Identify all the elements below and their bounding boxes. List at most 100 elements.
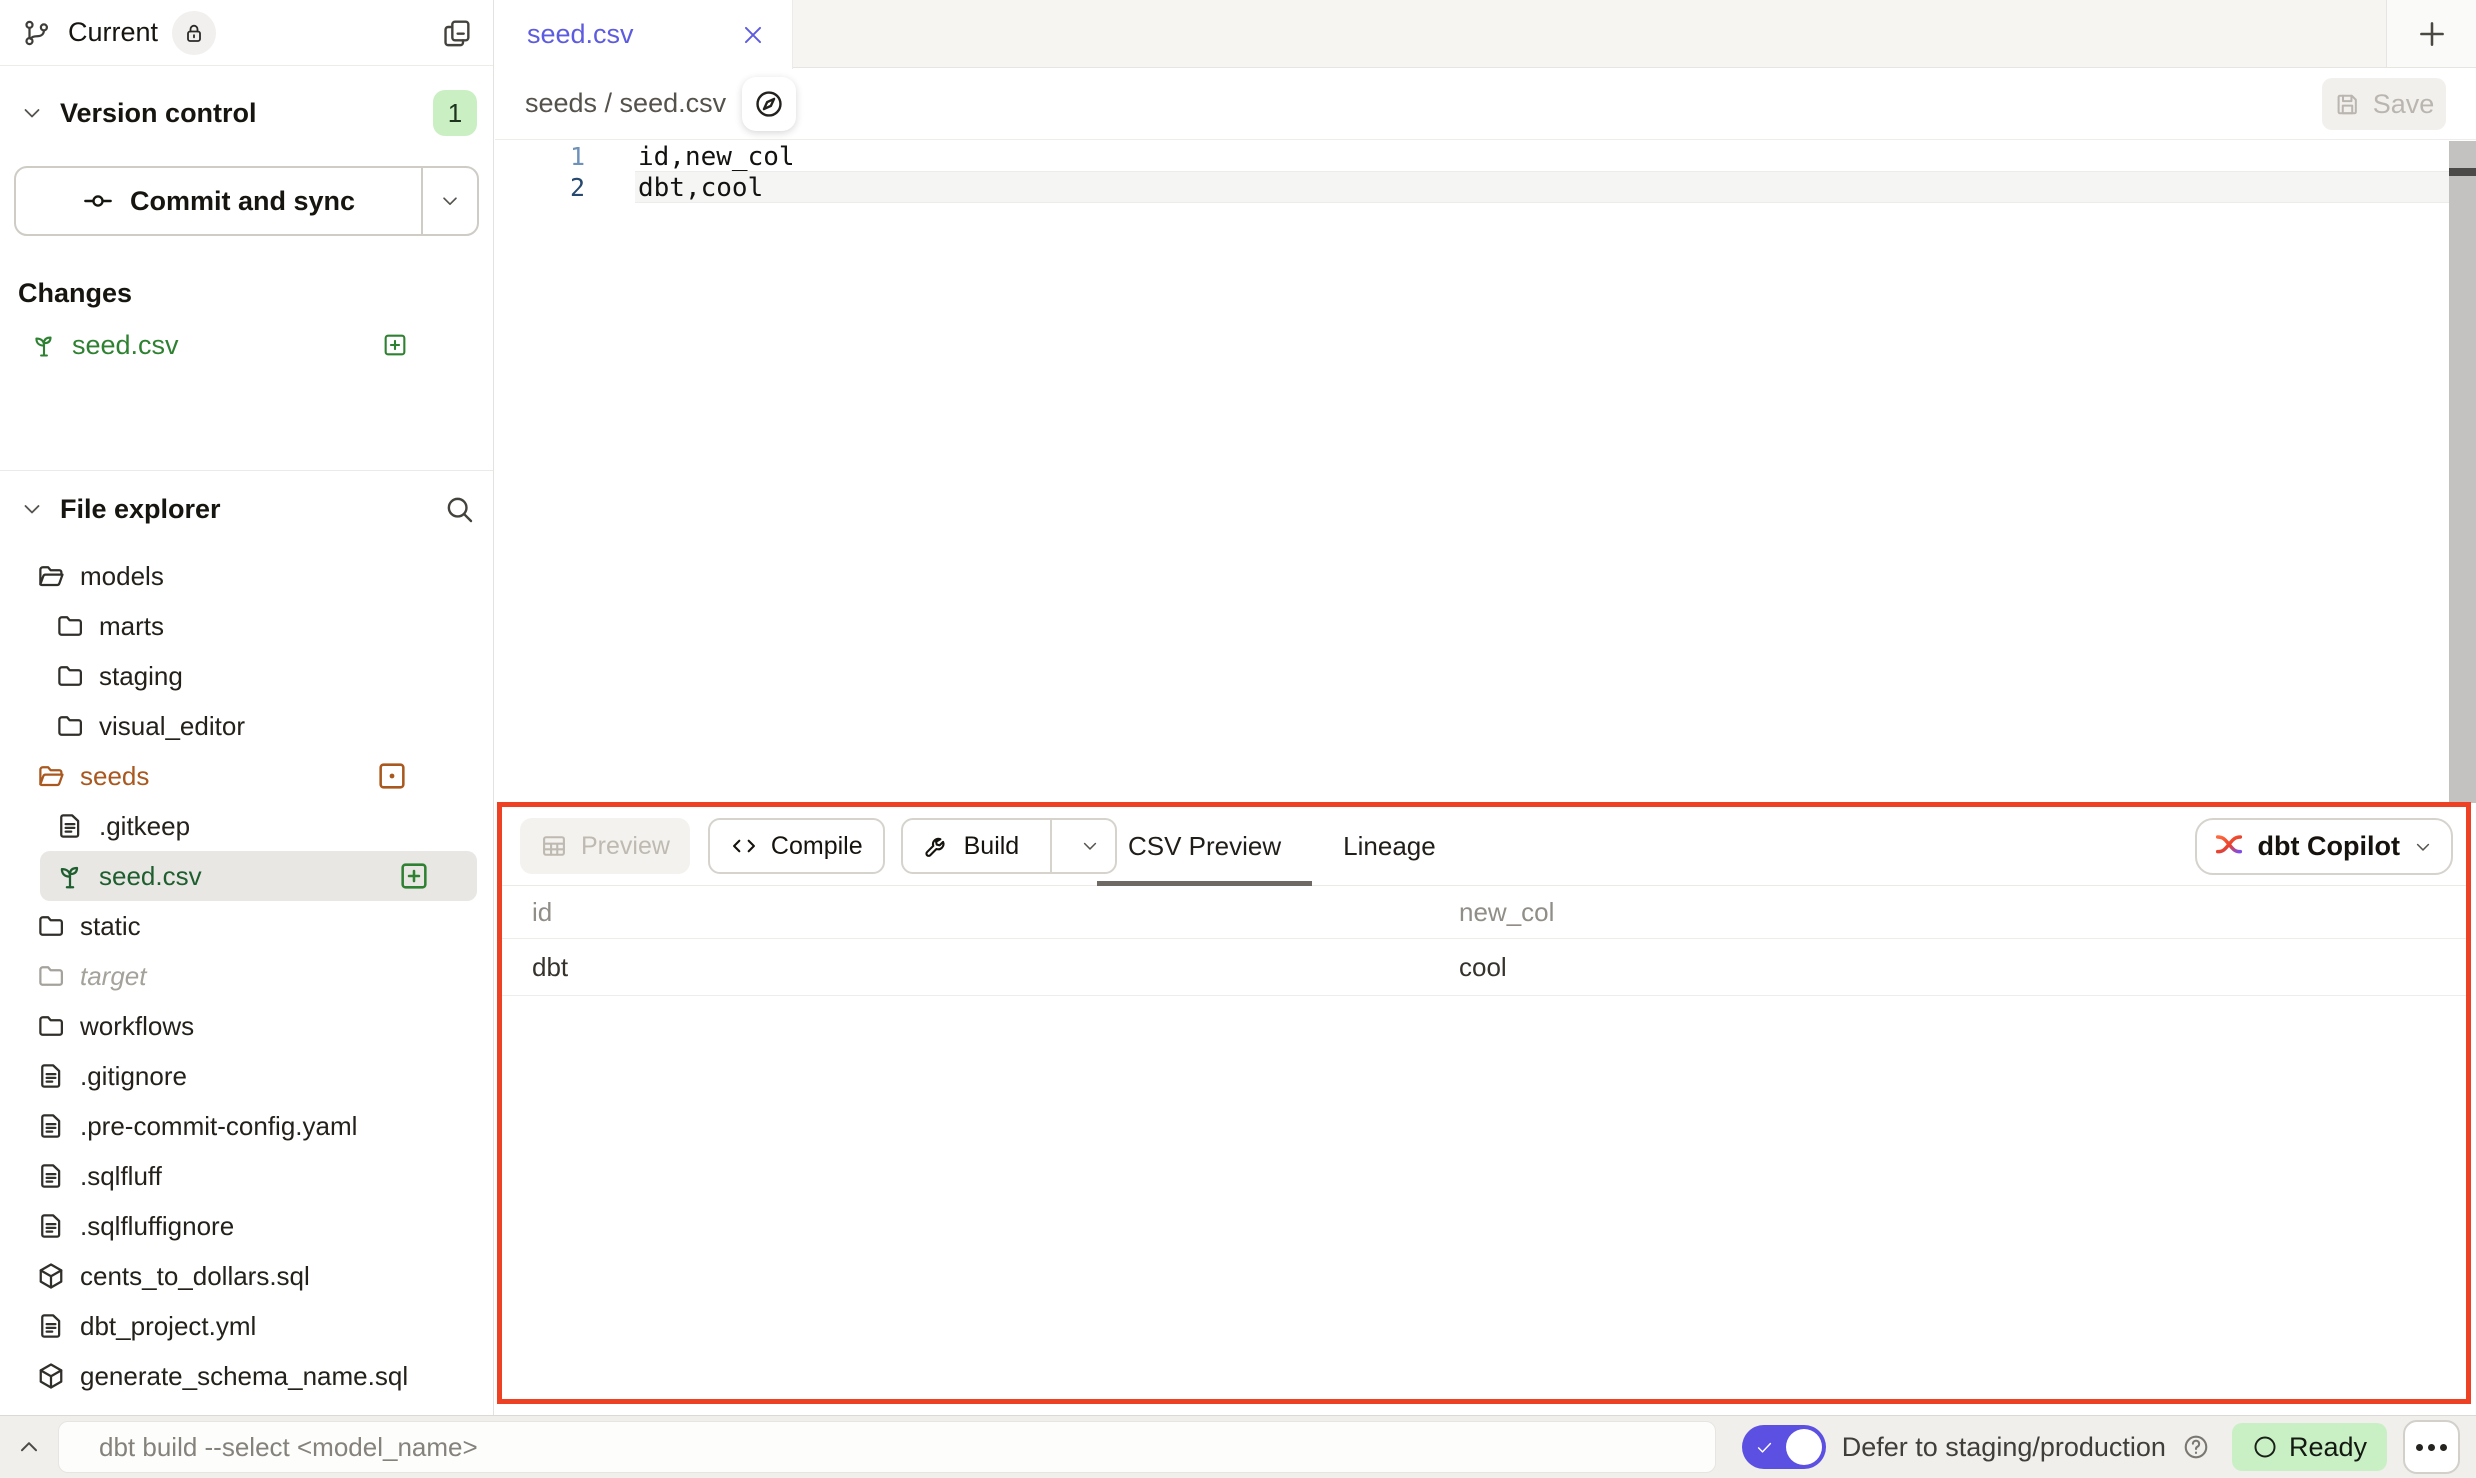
tree-item-visual-editor[interactable]: visual_editor xyxy=(0,701,493,751)
changes-section: Changes seed.csv xyxy=(0,278,493,371)
tree-item-cents-to-dollars-sql[interactable]: cents_to_dollars.sql xyxy=(0,1251,493,1301)
file-icon xyxy=(36,1311,66,1341)
tree-item-seeds[interactable]: seeds xyxy=(0,751,493,801)
search-icon[interactable] xyxy=(443,493,475,525)
git-branch-icon xyxy=(22,18,52,48)
file-icon xyxy=(36,1061,66,1091)
dbt-cloud-ide: Current Version control 1 Commit and syn… xyxy=(0,0,2476,1478)
new-tab-zone xyxy=(2386,0,2476,67)
panel-tab-csv-preview[interactable]: CSV Preview xyxy=(1097,807,1312,885)
file-icon xyxy=(36,1161,66,1191)
compile-label: Compile xyxy=(771,832,863,861)
csv-data-row: dbtcool xyxy=(502,939,2466,996)
folder-icon xyxy=(55,611,85,641)
code-editor[interactable]: 1id,new_col2dbt,cool xyxy=(495,141,2476,803)
tree-item--gitignore[interactable]: .gitignore xyxy=(0,1051,493,1101)
new-tab-icon[interactable] xyxy=(2415,17,2449,51)
tree-item-target[interactable]: target xyxy=(0,951,493,1001)
tree-item-generate-schema-name-sql[interactable]: generate_schema_name.sql xyxy=(0,1351,493,1401)
commit-and-sync-main[interactable]: Commit and sync xyxy=(16,168,421,234)
file-name: generate_schema_name.sql xyxy=(80,1361,408,1392)
lock-icon xyxy=(182,21,206,45)
file-explorer-title: File explorer xyxy=(60,494,221,525)
tree-item-seed-csv[interactable]: seed.csv xyxy=(40,851,477,901)
commit-and-sync-button[interactable]: Commit and sync xyxy=(14,166,479,236)
tree-item--gitkeep[interactable]: .gitkeep xyxy=(0,801,493,851)
panel-tab-lineage[interactable]: Lineage xyxy=(1312,807,1467,885)
editor-scrollbar-thumb[interactable] xyxy=(2449,168,2476,176)
breadcrumb-bar: seeds / seed.csv Save xyxy=(495,68,2476,140)
line-highlight xyxy=(635,172,2449,203)
tree-item-workflows[interactable]: workflows xyxy=(0,1001,493,1051)
table-icon xyxy=(540,832,568,860)
compile-button[interactable]: Compile xyxy=(708,818,885,874)
commit-options-dropdown[interactable] xyxy=(423,168,477,234)
tree-item-static[interactable]: static xyxy=(0,901,493,951)
cube-icon xyxy=(36,1261,66,1291)
preview-button[interactable]: Preview xyxy=(520,818,690,874)
folder-icon xyxy=(55,711,85,741)
save-icon xyxy=(2334,91,2361,118)
version-control-header[interactable]: Version control 1 xyxy=(0,66,493,136)
changed-file-name: seed.csv xyxy=(72,330,179,361)
file-name: .sqlfluffignore xyxy=(80,1211,234,1242)
folder-icon xyxy=(36,961,66,991)
file-name: .sqlfluff xyxy=(80,1161,162,1192)
save-button[interactable]: Save xyxy=(2322,78,2446,130)
more-options-button[interactable] xyxy=(2403,1420,2460,1474)
file-name: target xyxy=(80,961,147,992)
commit-and-sync-label: Commit and sync xyxy=(130,186,355,217)
help-icon[interactable] xyxy=(2182,1433,2210,1461)
defer-label: Defer to staging/production xyxy=(1842,1432,2166,1463)
build-button[interactable]: Build xyxy=(901,818,1118,874)
file-name: .pre-commit-config.yaml xyxy=(80,1111,357,1142)
defer-toggle[interactable] xyxy=(1742,1425,1826,1469)
seedling-icon xyxy=(55,861,85,891)
code-text: dbt,cool xyxy=(638,173,763,203)
copy-branch-icon[interactable] xyxy=(441,17,473,49)
tree-item-models[interactable]: models xyxy=(0,551,493,601)
close-tab-icon[interactable] xyxy=(740,22,766,48)
version-control-title: Version control xyxy=(60,98,257,129)
tree-item-dbt-project-yml[interactable]: dbt_project.yml xyxy=(0,1301,493,1351)
tree-item--sqlfluff[interactable]: .sqlfluff xyxy=(0,1151,493,1201)
build-main[interactable]: Build xyxy=(903,820,1038,872)
command-input[interactable] xyxy=(58,1421,1716,1473)
tree-item-marts[interactable]: marts xyxy=(0,601,493,651)
preview-label: Preview xyxy=(581,832,670,861)
seedling-icon xyxy=(30,331,58,359)
tree-item-staging[interactable]: staging xyxy=(0,651,493,701)
status-ready-badge: Ready xyxy=(2232,1423,2387,1471)
csv-header-cell: new_col xyxy=(1459,897,2466,928)
chevron-down-icon[interactable] xyxy=(20,497,44,521)
file-name: seed.csv xyxy=(99,861,202,892)
tree-item--sqlfluffignore[interactable]: .sqlfluffignore xyxy=(0,1201,493,1251)
code-line-1[interactable]: 1id,new_col xyxy=(495,141,2476,172)
dbt-copilot-button[interactable]: dbt Copilot xyxy=(2195,818,2453,875)
chevron-down-icon[interactable] xyxy=(20,101,44,125)
tab-seed-csv[interactable]: seed.csv xyxy=(495,0,793,69)
file-tree: modelsmartsstagingvisual_editorseeds.git… xyxy=(0,551,493,1401)
compass-icon xyxy=(753,88,785,120)
folder-open-icon xyxy=(36,561,66,591)
dot-square-icon xyxy=(375,759,409,793)
file-icon xyxy=(36,1211,66,1241)
results-toolbar: Preview Compile Build CSV Previe xyxy=(502,807,2466,886)
csv-header-cell: id xyxy=(502,897,1459,928)
csv-cell: cool xyxy=(1459,952,2466,983)
file-name: dbt_project.yml xyxy=(80,1311,256,1342)
file-name: workflows xyxy=(80,1011,194,1042)
dbt-copilot-logo-icon xyxy=(2213,831,2245,863)
save-label: Save xyxy=(2373,89,2435,120)
lineage-compass-button[interactable] xyxy=(742,77,796,131)
tree-item--pre-commit-config-yaml[interactable]: .pre-commit-config.yaml xyxy=(0,1101,493,1151)
code-line-2[interactable]: 2dbt,cool xyxy=(495,172,2476,203)
dbt-copilot-label: dbt Copilot xyxy=(2258,831,2400,862)
expand-command-bar-button[interactable] xyxy=(0,1434,58,1460)
branch-name[interactable]: Current xyxy=(68,17,158,48)
file-explorer-header[interactable]: File explorer xyxy=(0,471,493,525)
editor-scrollbar[interactable] xyxy=(2449,141,2476,803)
added-file-icon xyxy=(381,331,409,359)
build-button-divider xyxy=(1050,820,1052,872)
changed-file-seed-csv[interactable]: seed.csv xyxy=(18,319,493,371)
